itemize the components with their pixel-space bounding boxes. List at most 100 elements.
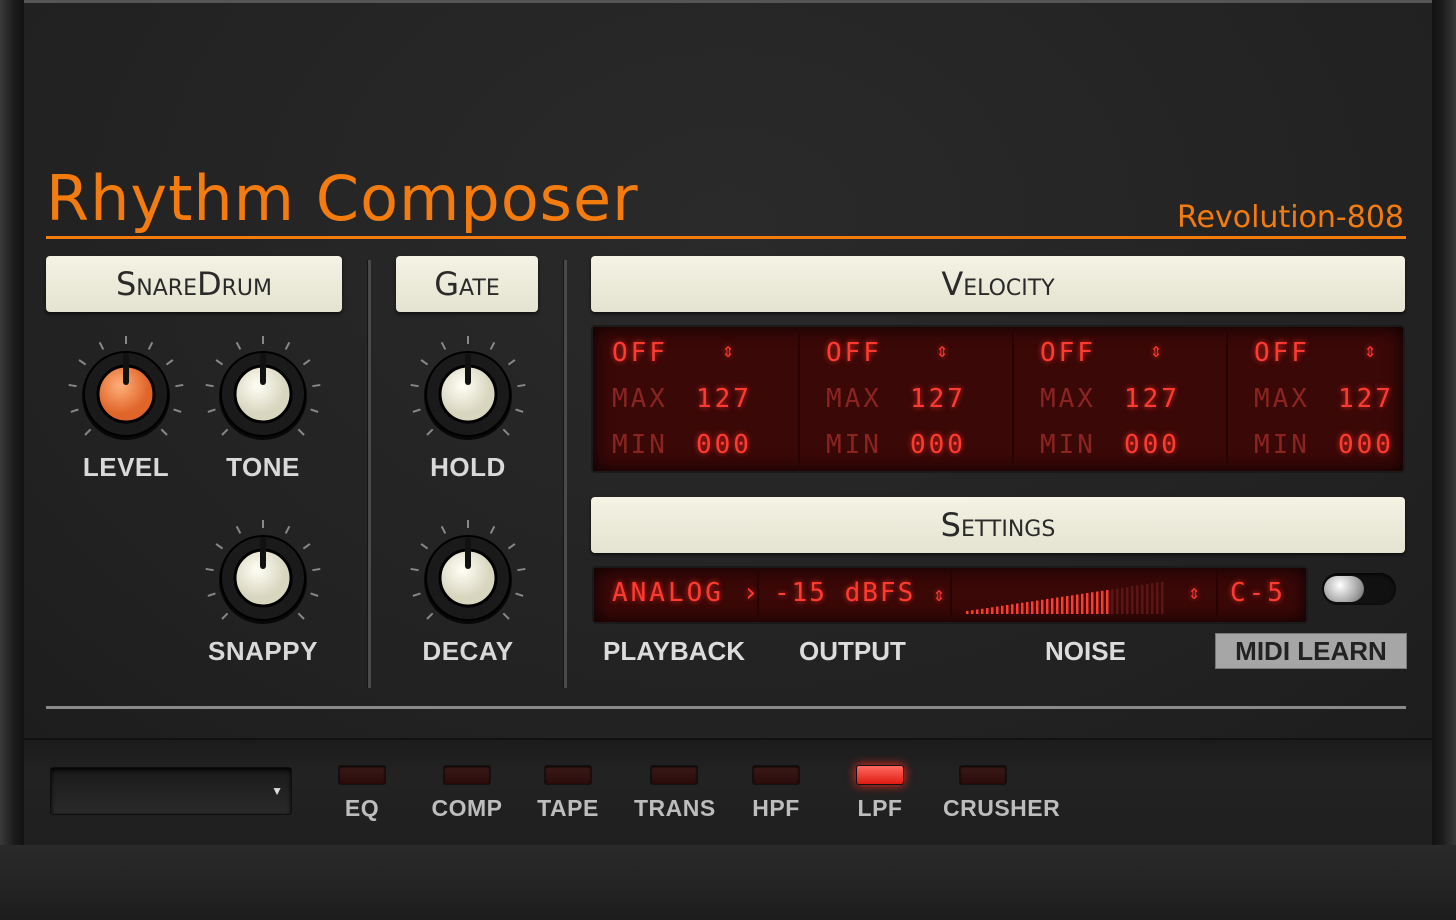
settings-sep-2 (950, 570, 952, 618)
fx-label: HPF (752, 795, 800, 821)
velocity-min-value[interactable]: 000 (1338, 430, 1394, 460)
velocity-sep (1012, 330, 1014, 466)
fx-label: EQ (344, 795, 380, 821)
fx-led[interactable] (443, 765, 491, 785)
noise-bar (1041, 599, 1044, 614)
velocity-mode-text: OFF (1040, 338, 1096, 368)
fx-led[interactable] (856, 765, 904, 785)
noise-bar (1131, 586, 1134, 614)
divider-1 (367, 260, 371, 688)
output-value[interactable]: -15 dBFS ⇕ (774, 578, 947, 608)
fx-label: COMP (431, 795, 503, 821)
toggle-knob (1324, 576, 1364, 602)
tone-knob[interactable] (203, 334, 323, 454)
noise-bar (1051, 598, 1054, 614)
velocity-max-label: MAX (1040, 384, 1096, 414)
noise-bar (1031, 601, 1034, 614)
noise-bar (1141, 584, 1144, 614)
noise-bar (1016, 603, 1019, 614)
velocity-max-value[interactable]: 127 (1338, 384, 1394, 414)
updown-icon: ⇕ (1364, 338, 1380, 362)
noise-bar (1061, 596, 1064, 614)
playback-value-text: ANALOG (612, 578, 724, 608)
noise-meter[interactable] (966, 580, 1176, 616)
velocity-min-label: MIN (1040, 430, 1096, 460)
fx-crusher[interactable]: CRUSHER (943, 765, 1061, 822)
noise-bar (991, 607, 994, 614)
divider-2 (563, 260, 567, 688)
fx-hpf[interactable]: HPF (736, 765, 816, 822)
noise-bar (1106, 590, 1109, 614)
note-value[interactable]: C-5 (1230, 578, 1286, 608)
noise-bar (1126, 587, 1129, 614)
noise-bar (1086, 593, 1089, 614)
fx-led[interactable] (650, 765, 698, 785)
fx-comp[interactable]: COMP (427, 765, 507, 822)
settings-header: Settings (591, 497, 1405, 553)
playback-label: PLAYBACK (603, 636, 746, 666)
noise-bar (1066, 596, 1069, 614)
playback-value[interactable]: ANALOG › (612, 578, 761, 608)
base-strip (0, 845, 1456, 920)
noise-updown-icon[interactable]: ⇕ (1188, 580, 1203, 604)
fx-label: CRUSHER (943, 795, 1061, 821)
velocity-mode[interactable]: OFF ⇕ (826, 338, 948, 368)
snappy-knob[interactable] (203, 518, 323, 638)
updown-icon: ⇕ (722, 338, 738, 362)
playback-arrow-icon: › (742, 578, 762, 608)
velocity-mode[interactable]: OFF ⇕ (612, 338, 734, 368)
velocity-max-value[interactable]: 127 (1124, 384, 1180, 414)
settings-toggle[interactable] (1322, 573, 1396, 605)
midi-learn-button[interactable]: MIDI LEARN (1215, 633, 1407, 669)
noise-bar (1076, 594, 1079, 614)
noise-bar (1111, 589, 1114, 614)
noise-bar (986, 608, 989, 614)
fx-led[interactable] (338, 765, 386, 785)
noise-bar (981, 608, 984, 614)
velocity-min-label: MIN (612, 430, 668, 460)
velocity-mode-text: OFF (826, 338, 882, 368)
velocity-max-label: MAX (612, 384, 668, 414)
noise-bar (1006, 605, 1009, 614)
velocity-min-value[interactable]: 000 (910, 430, 966, 460)
noise-bar (1161, 581, 1164, 614)
gate-header: Gate (396, 256, 538, 312)
title-underline (46, 236, 1406, 239)
velocity-mode[interactable]: OFF ⇕ (1254, 338, 1376, 368)
fx-tape[interactable]: TAPE (528, 765, 608, 822)
velocity-sep (798, 330, 800, 466)
noise-bar (1026, 602, 1029, 614)
fx-led[interactable] (544, 765, 592, 785)
noise-bar (1116, 588, 1119, 614)
velocity-mode[interactable]: OFF ⇕ (1040, 338, 1162, 368)
velocity-max-value[interactable]: 127 (910, 384, 966, 414)
noise-bar (976, 609, 979, 614)
output-value-text: -15 dBFS (774, 578, 916, 608)
fx-lpf[interactable]: LPF (840, 765, 920, 822)
velocity-min-label: MIN (1254, 430, 1310, 460)
velocity-max-label: MAX (1254, 384, 1310, 414)
noise-bar (1071, 595, 1074, 614)
velocity-header: Velocity (591, 256, 1405, 312)
decay-knob[interactable] (408, 518, 528, 638)
preset-dropdown[interactable]: ▼ (50, 767, 292, 815)
velocity-min-value[interactable]: 000 (1124, 430, 1180, 460)
noise-bar (996, 606, 999, 614)
level-knob[interactable] (66, 334, 186, 454)
output-updown-icon: ⇕ (932, 582, 947, 606)
tone-label: TONE (226, 452, 300, 482)
right-frame (1432, 0, 1456, 845)
hold-knob[interactable] (408, 334, 528, 454)
fx-led[interactable] (959, 765, 1007, 785)
snare-drum-header: SnareDrum (46, 256, 342, 312)
fx-led[interactable] (752, 765, 800, 785)
velocity-sep (1226, 330, 1228, 466)
velocity-max-value[interactable]: 127 (696, 384, 752, 414)
fx-eq[interactable]: EQ (322, 765, 402, 822)
noise-label: NOISE (1045, 636, 1126, 666)
noise-bar (1101, 590, 1104, 614)
fx-trans[interactable]: TRANS (634, 765, 715, 822)
velocity-min-value[interactable]: 000 (696, 430, 752, 460)
panel-divider (46, 706, 1406, 709)
velocity-mode-text: OFF (1254, 338, 1310, 368)
